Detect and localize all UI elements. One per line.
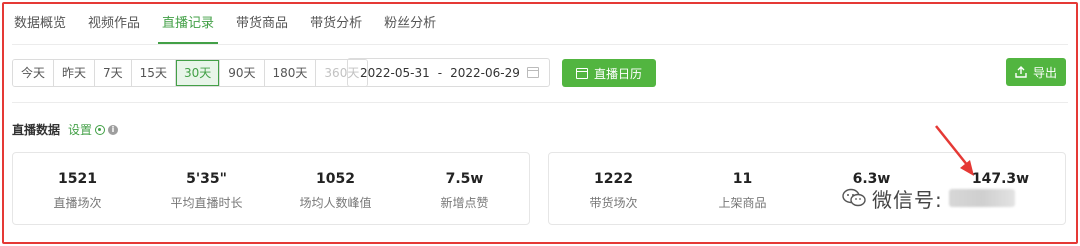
metric-value: 1521: [58, 171, 97, 187]
sales-metrics-card: 1222 带货场次 11 上架商品 6.3w 147.3w: [548, 152, 1066, 225]
metric-new-likes: 7.5w 新增点赞: [400, 153, 529, 224]
metric-value: 6.3w: [852, 171, 891, 187]
metric-sales-sessions: 1222 带货场次: [549, 153, 678, 224]
info-icon[interactable]: i: [108, 125, 119, 135]
date-separator: -: [437, 65, 443, 80]
live-calendar-label: 直播日历: [593, 66, 642, 81]
metric-value: 7.5w: [445, 171, 484, 187]
metric-value: 147.3w: [971, 171, 1030, 187]
tab-sales-analysis[interactable]: 带货分析: [308, 14, 364, 44]
tab-data-overview[interactable]: 数据概览: [12, 14, 68, 44]
tab-bar: 数据概览 视频作品 直播记录 带货商品 带货分析 粉丝分析: [12, 14, 438, 44]
metric-fourth: 147.3w: [936, 153, 1065, 224]
live-metrics-card: 1521 直播场次 5'35" 平均直播时长 1052 场均人数峰值 7.5w …: [12, 152, 530, 225]
metric-peak-viewers: 1052 场均人数峰值: [271, 153, 400, 224]
range-90d[interactable]: 90天: [220, 60, 265, 86]
tab-divider: [12, 44, 1068, 45]
metric-value: 1222: [594, 171, 633, 187]
calendar-icon: [575, 67, 588, 79]
range-180d[interactable]: 180天: [264, 60, 317, 86]
tab-live-records[interactable]: 直播记录: [158, 14, 219, 44]
tab-products[interactable]: 带货商品: [234, 14, 290, 44]
date-start: 2022-05-31: [360, 65, 430, 80]
section-divider: [12, 102, 1068, 103]
metric-third: 6.3w: [807, 153, 936, 224]
metric-label: 带货场次: [589, 196, 638, 210]
upload-icon: [1015, 66, 1027, 78]
date-range-picker[interactable]: 2022-05-31 - 2022-06-29: [347, 58, 550, 87]
export-label: 导出: [1032, 65, 1057, 80]
range-30d[interactable]: 30天: [175, 60, 221, 86]
metric-label: 平均直播时长: [170, 196, 243, 210]
tab-video-works[interactable]: 视频作品: [86, 14, 142, 44]
metric-label: 场均人数峰值: [299, 196, 372, 210]
range-yesterday[interactable]: 昨天: [54, 60, 96, 86]
metric-listed-products: 11 上架商品: [678, 153, 807, 224]
metric-live-sessions: 1521 直播场次: [13, 153, 142, 224]
tab-fans-analysis[interactable]: 粉丝分析: [382, 14, 438, 44]
settings-label: 设置: [68, 123, 93, 137]
metric-avg-duration: 5'35" 平均直播时长: [142, 153, 271, 224]
range-15d[interactable]: 15天: [131, 60, 176, 86]
section-title: 直播数据: [12, 123, 61, 137]
metric-value: 1052: [316, 171, 355, 187]
range-selector: 今天 昨天 7天 15天 30天 90天 180天 360天: [12, 59, 369, 87]
settings-link[interactable]: 设置 i: [68, 122, 119, 138]
export-button[interactable]: 导出: [1006, 58, 1066, 86]
date-end: 2022-06-29: [450, 65, 520, 80]
range-today[interactable]: 今天: [13, 60, 55, 86]
metric-label: 直播场次: [53, 196, 102, 210]
metric-label: 新增点赞: [440, 196, 489, 210]
metric-label: 上架商品: [718, 196, 767, 210]
range-7d[interactable]: 7天: [95, 60, 132, 86]
calendar-icon: [527, 67, 539, 78]
live-calendar-button[interactable]: 直播日历: [562, 59, 656, 87]
metric-value: 5'35": [186, 171, 227, 187]
metric-value: 11: [732, 171, 753, 187]
gear-icon: [95, 125, 106, 135]
